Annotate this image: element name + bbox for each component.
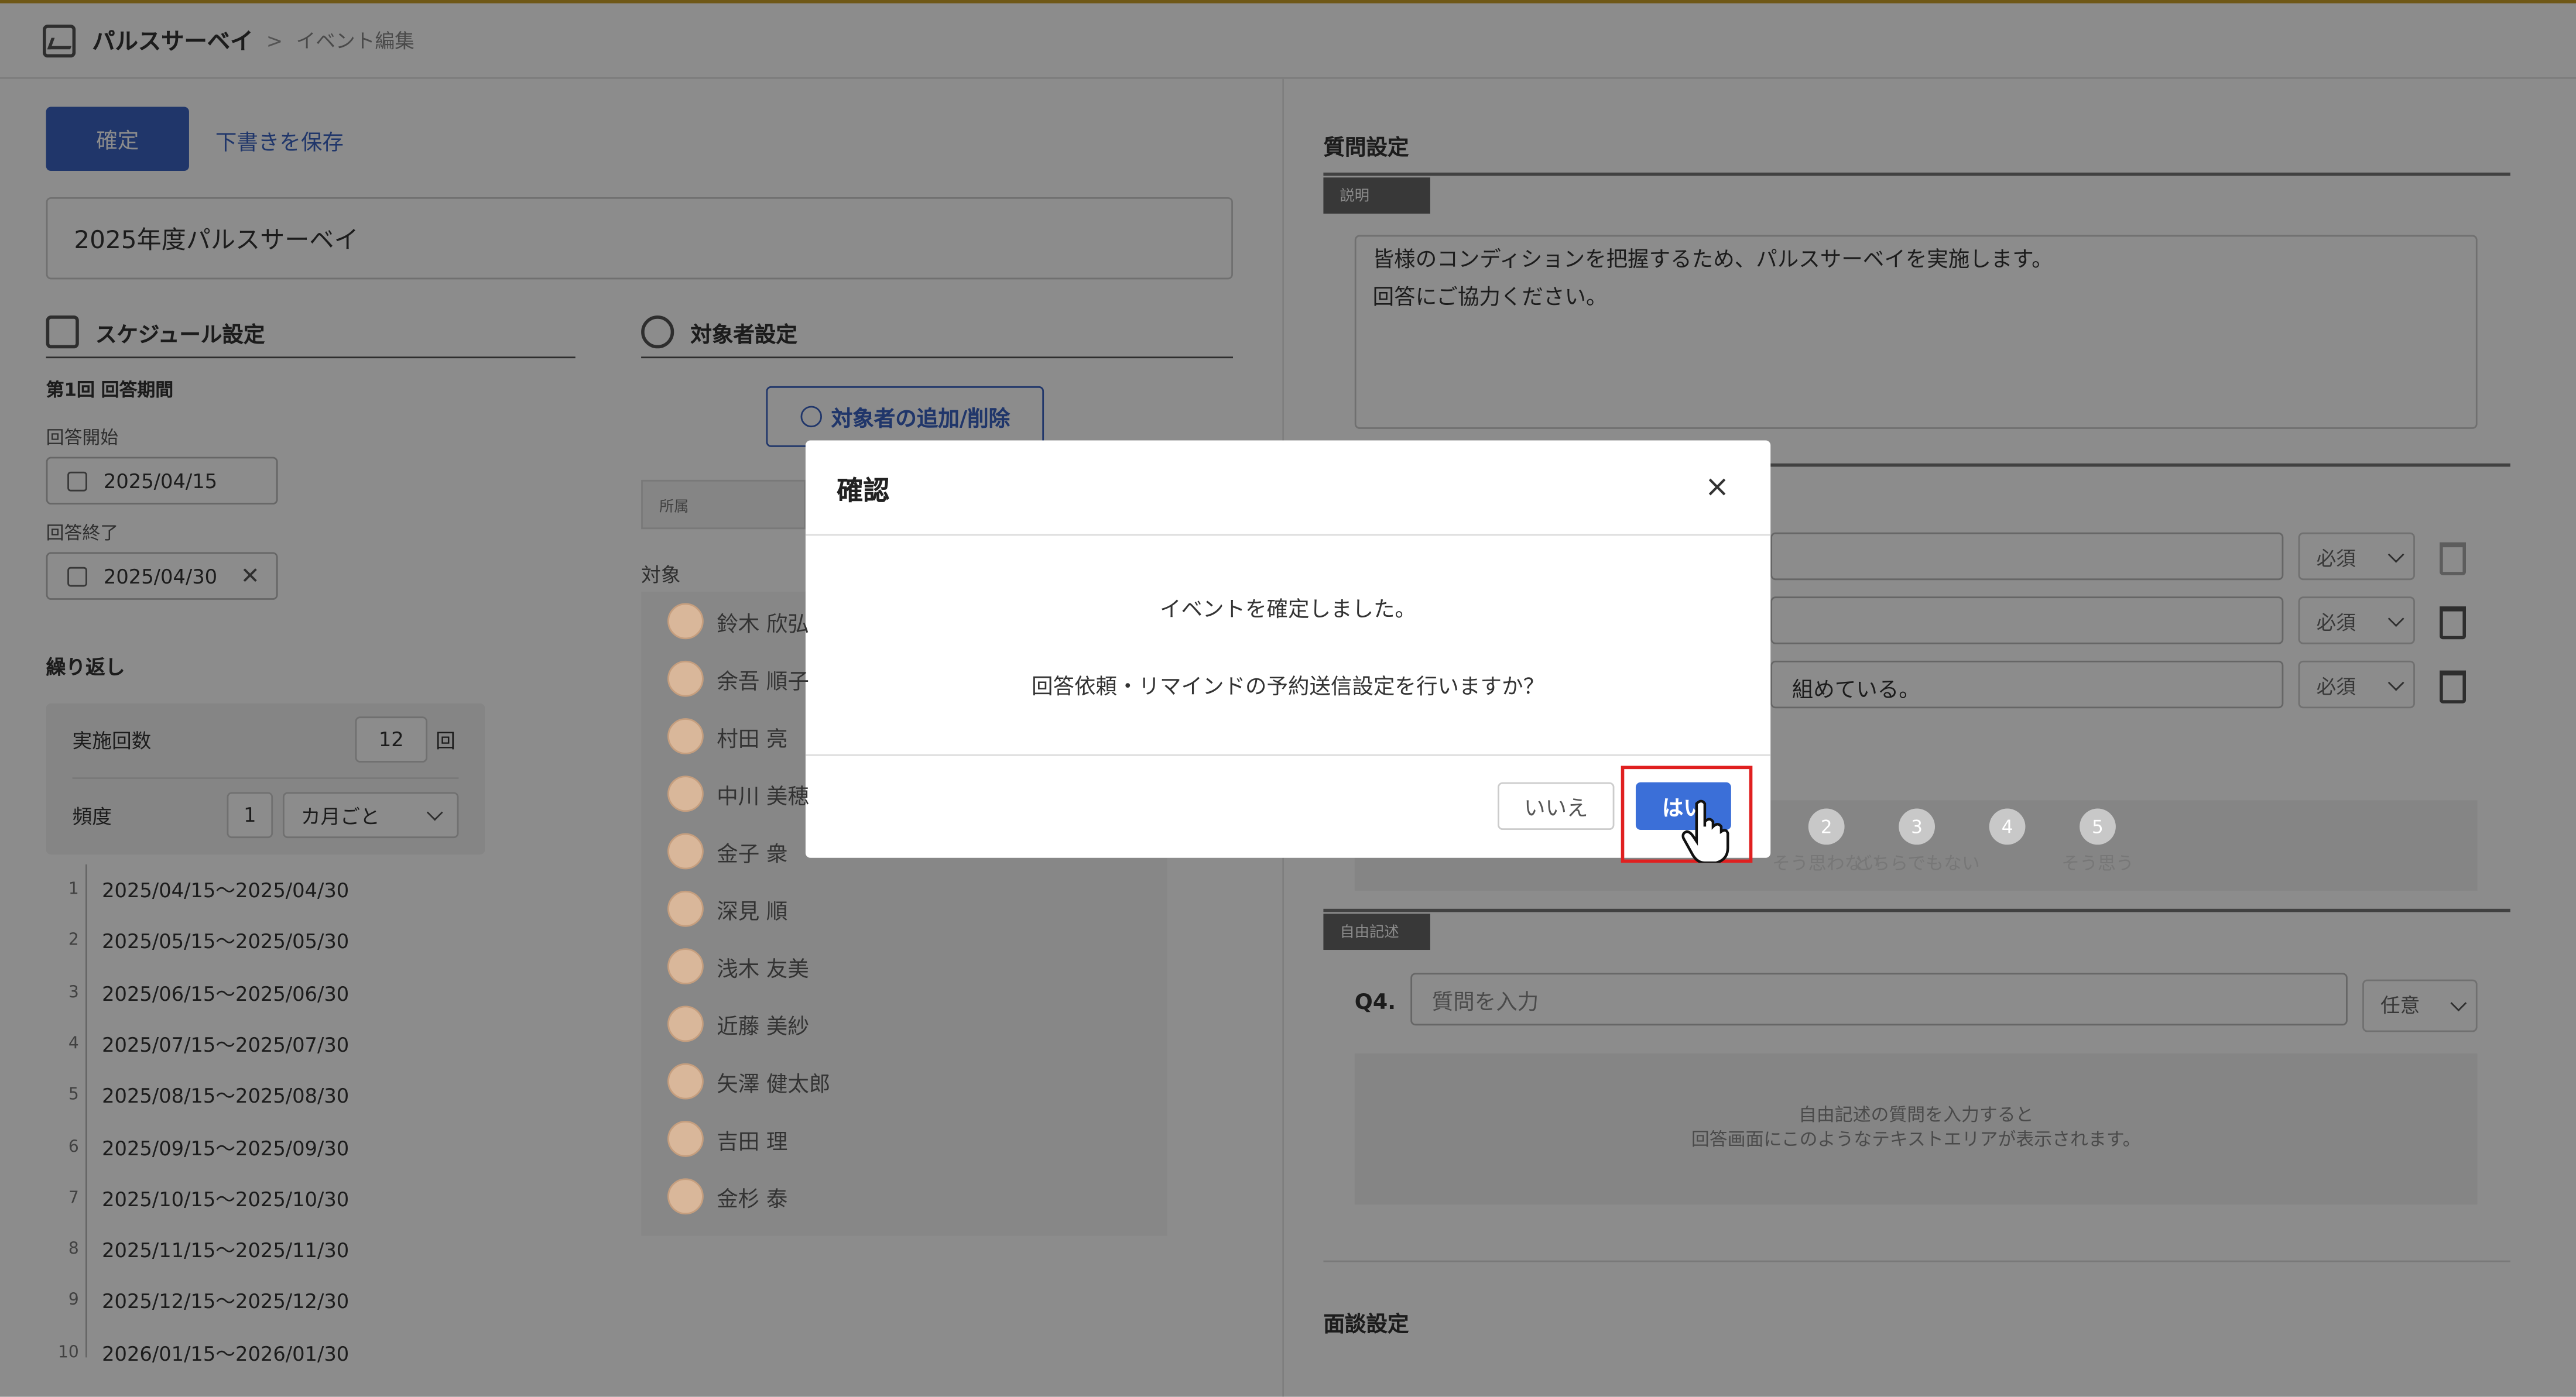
person-name: 鈴木 欣弘 xyxy=(717,612,809,637)
avatar xyxy=(667,775,704,812)
scale-dot: 5 xyxy=(2080,808,2116,845)
dialog-message: イベントを確定しました。 xyxy=(1160,598,1417,623)
target-person[interactable]: 金杉 泰 xyxy=(667,1170,787,1223)
avatar xyxy=(667,1121,704,1157)
scale-label: そう思う xyxy=(2061,853,2134,874)
dialog-title: 確認 xyxy=(837,475,890,506)
person-name: 余吾 順子 xyxy=(717,670,809,695)
person-name: 中川 美穂 xyxy=(717,784,809,809)
target-person[interactable]: 鈴木 欣弘 xyxy=(667,595,809,647)
scale-label: どちらでもない xyxy=(1854,853,1980,874)
dialog-divider xyxy=(805,534,1771,536)
target-person[interactable]: 吉田 理 xyxy=(667,1113,787,1165)
avatar xyxy=(667,660,704,697)
dialog-question: 回答依頼・リマインドの予約送信設定を行いますか？ xyxy=(1031,675,1545,701)
avatar xyxy=(667,718,704,754)
no-button[interactable]: いいえ xyxy=(1498,782,1615,830)
person-name: 吉田 理 xyxy=(717,1130,788,1155)
target-person[interactable]: 矢澤 健太郎 xyxy=(667,1055,830,1108)
hand-cursor-icon xyxy=(1681,799,1729,863)
avatar xyxy=(667,833,704,870)
person-name: 深見 順 xyxy=(717,900,788,925)
scale-dot: 2 xyxy=(1808,808,1845,845)
target-person[interactable]: 金子 衆 xyxy=(667,825,787,878)
scale-dot: 3 xyxy=(1899,808,1936,845)
avatar xyxy=(667,603,704,640)
target-person[interactable]: 村田 亮 xyxy=(667,710,787,763)
person-name: 村田 亮 xyxy=(717,727,788,752)
scale-dot: 4 xyxy=(1989,808,2026,845)
person-name: 金子 衆 xyxy=(717,842,788,867)
avatar xyxy=(667,1005,704,1042)
close-icon[interactable]: × xyxy=(1705,470,1729,504)
avatar xyxy=(667,890,704,927)
dialog-divider xyxy=(805,754,1771,756)
target-person[interactable]: 深見 順 xyxy=(667,883,787,935)
person-name: 矢澤 健太郎 xyxy=(717,1072,831,1097)
app-window: パルスサーベイ > イベント編集 確定 下書きを保存 2025年度パルスサーベイ… xyxy=(0,0,2576,1397)
avatar xyxy=(667,1178,704,1215)
avatar xyxy=(667,1063,704,1100)
target-person[interactable]: 余吾 順子 xyxy=(667,653,809,705)
person-name: 浅木 友美 xyxy=(717,957,809,982)
person-name: 金杉 泰 xyxy=(717,1187,788,1212)
person-name: 近藤 美紗 xyxy=(717,1014,809,1040)
target-person[interactable]: 近藤 美紗 xyxy=(667,997,809,1050)
avatar xyxy=(667,948,704,984)
target-person[interactable]: 浅木 友美 xyxy=(667,940,809,993)
target-person[interactable]: 中川 美穂 xyxy=(667,767,809,820)
